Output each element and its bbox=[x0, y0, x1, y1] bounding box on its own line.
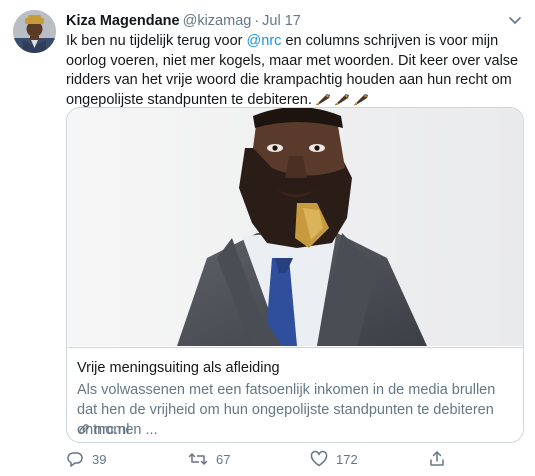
reply-count: 39 bbox=[92, 451, 107, 467]
retweet-icon bbox=[188, 453, 208, 465]
like-count: 172 bbox=[336, 451, 358, 467]
card-body: Vrije meningsuiting als afleiding Als vo… bbox=[67, 347, 523, 438]
tweet: Kiza Magendane @kizamag · Jul 17 Ik ben nu … bbox=[0, 0, 535, 476]
heart-icon bbox=[310, 450, 328, 467]
author-handle[interactable]: @kizamag bbox=[183, 13, 252, 29]
separator-dot: · bbox=[254, 13, 260, 29]
tweet-text: Ik ben nu tijdelijk terug voor @nrc en c… bbox=[66, 32, 526, 112]
retweet-count: 67 bbox=[216, 451, 231, 467]
reply-icon bbox=[67, 452, 83, 467]
card-domain: nrc.nl bbox=[77, 422, 129, 438]
reply-button[interactable]: 39 bbox=[66, 450, 106, 468]
tweet-date[interactable]: Jul 17 bbox=[262, 13, 301, 29]
chevron-down-icon[interactable] bbox=[507, 12, 523, 28]
tweet-actions: 39 67 172 bbox=[66, 450, 526, 470]
link-icon bbox=[79, 424, 89, 434]
link-card[interactable]: Vrije meningsuiting als afleiding Als vo… bbox=[66, 107, 524, 443]
tweet-header: Kiza Magendane @kizamag · Jul 17 bbox=[66, 12, 301, 30]
share-icon bbox=[430, 451, 444, 466]
card-domain-text: nrc.nl bbox=[94, 422, 130, 438]
card-description: Als volwassenen met een fatsoenlijk inko… bbox=[77, 382, 496, 438]
retweet-button[interactable]: 67 bbox=[188, 450, 230, 468]
share-button[interactable] bbox=[428, 450, 446, 468]
mention-link[interactable]: @nrc bbox=[247, 33, 282, 49]
tweet-text-start: Ik ben nu tijdelijk terug voor bbox=[66, 33, 247, 49]
card-title[interactable]: Vrije meningsuiting als afleiding bbox=[77, 360, 280, 376]
card-image[interactable] bbox=[67, 108, 523, 346]
author-name[interactable]: Kiza Magendane bbox=[66, 13, 180, 29]
like-button[interactable]: 172 bbox=[310, 450, 358, 468]
avatar[interactable] bbox=[13, 10, 56, 53]
